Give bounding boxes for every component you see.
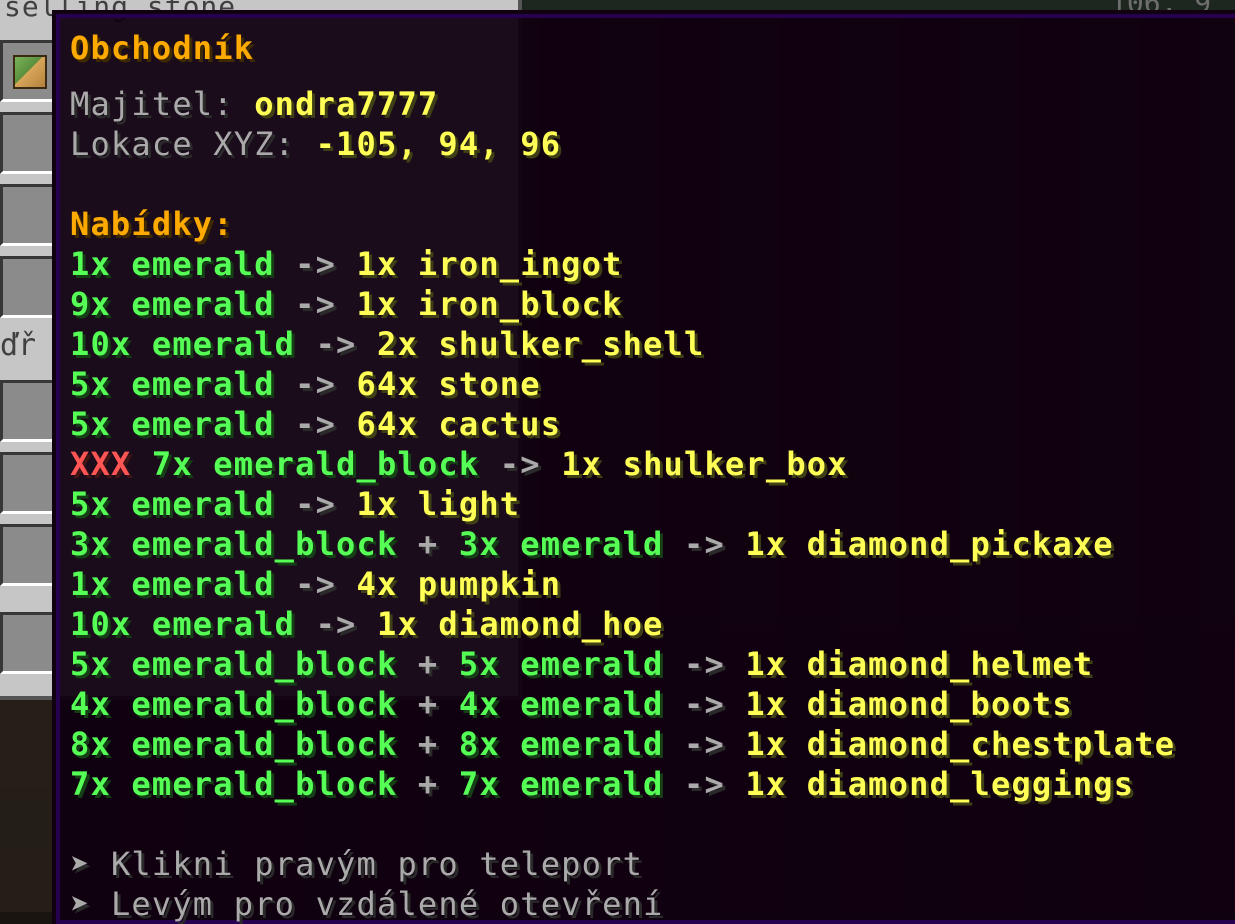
offer-unavailable-flag: XXX [70, 445, 132, 483]
hint-arrow-icon: ➤ [70, 845, 91, 883]
inventory-slot[interactable] [0, 112, 58, 174]
offer-price: 4x emerald_block [70, 685, 398, 723]
owner-value: ondra7777 [254, 85, 439, 123]
offer-row: 10x emerald -> 2x shulker_shell [70, 324, 704, 364]
offer-price: 9x emerald [70, 285, 275, 323]
offer-row: 8x emerald_block + 8x emerald -> 1x diam… [70, 724, 1175, 764]
offer-plus: + [417, 725, 439, 763]
offer-row: 4x emerald_block + 4x emerald -> 1x diam… [70, 684, 1073, 724]
offer-arrow-icon: -> [683, 765, 725, 803]
offer-plus: + [417, 645, 439, 683]
offer-price-extra: 5x emerald [458, 645, 664, 683]
offer-row: 7x emerald_block + 7x emerald -> 1x diam… [70, 764, 1134, 804]
offer-price: 7x emerald_block [70, 765, 398, 803]
offer-row: 10x emerald -> 1x diamond_hoe [70, 604, 664, 644]
offer-product: 1x iron_block [356, 285, 623, 323]
grass-block-icon [13, 55, 47, 89]
offer-arrow-icon: -> [295, 365, 337, 403]
offer-row: 1x emerald -> 4x pumpkin [70, 564, 561, 604]
shop-tooltip: Obchodník Majitel: ondra7777 Lokace XYZ:… [56, 14, 1235, 924]
offer-price: 10x emerald [70, 325, 296, 363]
offer-row: 5x emerald_block + 5x emerald -> 1x diam… [70, 644, 1093, 684]
offer-arrow-icon: -> [315, 325, 357, 363]
tooltip-title: Obchodník [70, 29, 255, 67]
offer-arrow-icon: -> [295, 405, 337, 443]
offer-product: 1x diamond_helmet [745, 645, 1094, 683]
side-label: ďř [0, 328, 37, 363]
offer-price: 7x emerald_block [151, 445, 480, 483]
location-label: Lokace XYZ: [70, 125, 296, 163]
offer-product: 1x diamond_leggings [745, 765, 1135, 803]
offer-arrow-icon: -> [683, 685, 725, 723]
offer-price: 5x emerald [70, 485, 275, 523]
offer-arrow-icon: -> [315, 605, 357, 643]
offer-row: XXX 7x emerald_block -> 1x shulker_box [70, 444, 848, 484]
offer-row: 3x emerald_block + 3x emerald -> 1x diam… [70, 524, 1114, 564]
offer-product: 1x diamond_chestplate [745, 725, 1176, 763]
offer-plus: + [417, 765, 439, 803]
inventory-slot[interactable] [0, 452, 58, 514]
hint-arrow-icon: ➤ [70, 885, 91, 923]
owner-label: Majitel: [70, 85, 234, 123]
inventory-slot[interactable] [0, 256, 58, 318]
offer-arrow-icon: -> [499, 445, 541, 483]
offer-product: 64x cactus [356, 405, 562, 443]
hint-remote-open: ➤ Levým pro vzdálené otevření [70, 884, 664, 924]
location-value: -105, 94, 96 [315, 125, 562, 163]
offer-price: 8x emerald_block [70, 725, 398, 763]
offer-arrow-icon: -> [683, 525, 725, 563]
offer-price-extra: 3x emerald [458, 525, 664, 563]
inventory-slot[interactable] [0, 40, 58, 102]
offer-price: 5x emerald [70, 405, 275, 443]
offer-product: 1x light [356, 485, 521, 523]
offer-product: 1x shulker_box [561, 445, 848, 483]
inventory-slot[interactable] [0, 184, 58, 246]
offer-row: 5x emerald -> 64x stone [70, 364, 541, 404]
offer-row: 5x emerald -> 64x cactus [70, 404, 561, 444]
inventory-slot[interactable] [0, 380, 58, 442]
offer-arrow-icon: -> [683, 645, 725, 683]
offer-row: 5x emerald -> 1x light [70, 484, 520, 524]
hint-teleport: ➤ Klikni pravým pro teleport [70, 844, 643, 884]
location-row: Lokace XYZ: -105, 94, 96 [70, 124, 561, 164]
offer-product: 1x iron_ingot [356, 245, 623, 283]
offer-product: 64x stone [356, 365, 541, 403]
inventory-slot[interactable] [0, 612, 58, 674]
offer-product: 1x diamond_pickaxe [745, 525, 1114, 563]
offer-price-extra: 4x emerald [458, 685, 664, 723]
offer-price-extra: 7x emerald [458, 765, 664, 803]
offer-price: 5x emerald_block [70, 645, 398, 683]
offer-product: 4x pumpkin [356, 565, 562, 603]
offer-row: 9x emerald -> 1x iron_block [70, 284, 623, 324]
offer-arrow-icon: -> [295, 285, 337, 323]
offer-price: 1x emerald [70, 245, 275, 283]
offer-price: 3x emerald_block [70, 525, 398, 563]
offer-arrow-icon: -> [295, 565, 337, 603]
offer-product: 1x diamond_hoe [377, 605, 664, 643]
inventory-slot[interactable] [0, 524, 58, 586]
hint-remote-open-text: Levým pro vzdálené otevření [110, 885, 664, 923]
offer-row: 1x emerald -> 1x iron_ingot [70, 244, 623, 284]
offers-heading: Nabídky: [70, 205, 234, 243]
offer-product: 1x diamond_boots [745, 685, 1073, 723]
hint-teleport-text: Klikni pravým pro teleport [110, 845, 644, 883]
offer-price: 5x emerald [70, 365, 275, 403]
offer-price: 1x emerald [70, 565, 275, 603]
offer-plus: + [417, 685, 439, 723]
offer-price: 10x emerald [70, 605, 296, 643]
owner-row: Majitel: ondra7777 [70, 84, 438, 124]
offer-arrow-icon: -> [683, 725, 725, 763]
offer-price-extra: 8x emerald [458, 725, 664, 763]
offer-arrow-icon: -> [295, 245, 337, 283]
offer-arrow-icon: -> [295, 485, 337, 523]
offer-product: 2x shulker_shell [377, 325, 705, 363]
offer-plus: + [417, 525, 439, 563]
